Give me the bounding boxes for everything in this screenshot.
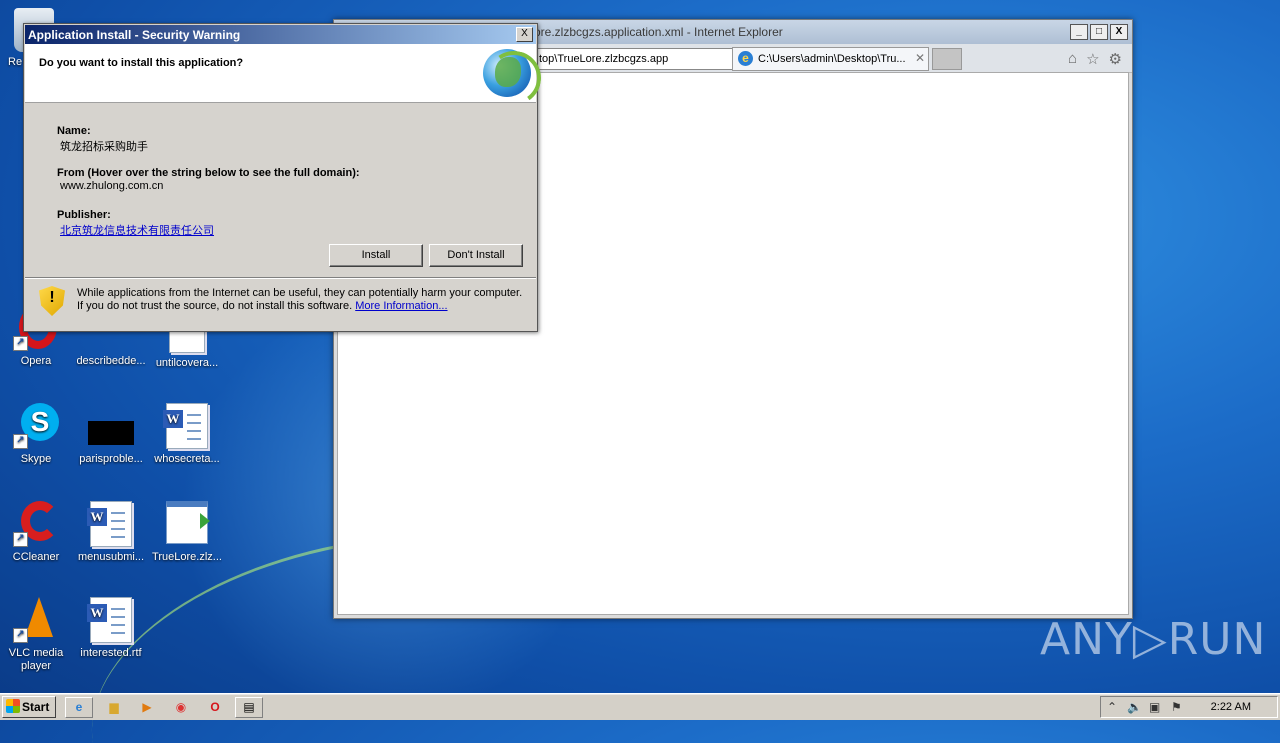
skype-icon: S ↗ (13, 403, 59, 449)
desktop-icon-word-doc[interactable]: W interested.rtf (76, 597, 146, 660)
dialog-header: Do you want to install this application? (25, 44, 546, 110)
anyrun-watermark: ANY▷RUN (1040, 614, 1267, 665)
maximize-button[interactable]: □ (1090, 24, 1108, 40)
desktop-icon-label: untilcovera... (155, 357, 219, 369)
taskbar-chrome[interactable]: ◉ (167, 697, 195, 718)
word-document-icon: W (163, 403, 208, 449)
shortcut-arrow-icon: ↗ (13, 434, 28, 449)
minimize-button[interactable]: _ (1070, 24, 1088, 40)
ie-logo-icon: e (75, 700, 83, 714)
desktop-icon-label: interested.rtf (80, 647, 142, 659)
home-icon[interactable]: ⌂ (1068, 50, 1077, 68)
install-question: Do you want to install this application? (39, 57, 244, 69)
desktop-icon-label: VLC media player (8, 647, 64, 672)
desktop-icon-label: parisproble... (79, 453, 143, 465)
desktop-icon-label: whosecreta... (154, 453, 220, 465)
start-label: Start (22, 700, 50, 714)
system-tray: ⌃ 🔈 ▣ ⚑ 2:22 AM (1100, 696, 1278, 718)
gear-icon[interactable]: ⚙ (1109, 50, 1122, 68)
desktop-icon-word-doc[interactable]: W whosecreta... (152, 403, 222, 466)
tab-label: C:\Users\admin\Desktop\Tru... (758, 53, 906, 65)
word-document-icon: W (87, 501, 132, 547)
dialog-close-button[interactable]: X (516, 27, 533, 42)
vlc-cone-icon: ↗ (13, 597, 59, 643)
folder-icon: ▆ (109, 700, 119, 714)
word-document-icon: W (87, 597, 132, 643)
taskbar-explorer[interactable]: ▆ (100, 697, 128, 718)
name-value: 筑龙招标采购助手 (60, 141, 148, 153)
taskbar: Start e ▆ ▶ ◉ O ▤ ⌃ 🔈 ▣ ⚑ 2:22 AM (0, 693, 1280, 720)
action-center-flag-icon[interactable]: ⚑ (1171, 700, 1182, 714)
warning-message: While applications from the Internet can… (77, 287, 527, 313)
network-icon[interactable]: ▣ (1149, 700, 1160, 714)
ie-window-title: ore.zlzbcgzs.application.xml - Internet … (534, 25, 783, 39)
window-controls: _ □ X (1070, 24, 1128, 40)
install-button[interactable]: Install (329, 244, 423, 267)
address-text: top\TrueLore.zlzbcgzs.app (539, 53, 669, 65)
application-file-icon (164, 501, 210, 547)
desktop-icon-vlc[interactable]: ↗ VLC media player (1, 597, 71, 673)
desktop-icon-ccleaner[interactable]: ↗ CCleaner (1, 501, 71, 564)
from-value[interactable]: www.zhulong.com.cn (60, 180, 163, 192)
desktop-icon-word-doc[interactable]: W menusubmi... (76, 501, 146, 564)
media-player-icon: ▶ (142, 700, 152, 714)
favorites-star-icon[interactable]: ☆ (1086, 50, 1099, 68)
shortcut-arrow-icon: ↗ (13, 532, 28, 547)
dont-install-button[interactable]: Don't Install (429, 244, 523, 267)
from-label: From (Hover over the string below to see… (57, 167, 360, 179)
taskbar-media-player[interactable]: ▶ (133, 697, 161, 718)
desktop-icon-label: TrueLore.zlz... (152, 551, 222, 563)
close-button[interactable]: X (1110, 24, 1128, 40)
opera-icon: O (210, 700, 220, 714)
ie-tools: ⌂ ☆ ⚙ (1068, 50, 1122, 68)
dialog-title: Application Install - Security Warning (28, 28, 241, 42)
clock[interactable]: 2:22 AM (1211, 701, 1251, 713)
desktop-icon-label: Skype (20, 453, 52, 465)
ie-logo-icon: e (738, 51, 753, 66)
desktop-icon-skype[interactable]: S ↗ Skype (1, 403, 71, 466)
tab-close-icon[interactable]: ✕ (915, 51, 925, 65)
desktop-icon-label: menusubmi... (77, 551, 145, 563)
taskbar-internet-explorer[interactable]: e (65, 697, 93, 718)
desktop-icon-application-file[interactable]: TrueLore.zlz... (152, 501, 222, 564)
taskbar-application-install[interactable]: ▤ (235, 697, 263, 718)
new-tab-button[interactable] (932, 48, 962, 70)
chrome-icon: ◉ (175, 700, 187, 714)
windows-logo-icon (6, 699, 20, 713)
publisher-link[interactable]: 北京筑龙信息技术有限责任公司 (60, 222, 214, 238)
exclamation-icon: ! (49, 289, 55, 306)
ccleaner-icon: ↗ (13, 501, 59, 547)
black-file-icon (88, 403, 134, 449)
shortcut-arrow-icon: ↗ (13, 628, 28, 643)
clickonce-globe-icon (482, 46, 546, 110)
shortcut-arrow-icon: ↗ (13, 336, 28, 351)
desktop-icon-label: describedde... (76, 355, 146, 367)
desktop-icon-label: Opera (20, 355, 52, 367)
publisher-label: Publisher: (57, 209, 111, 221)
more-information-link[interactable]: More Information... (355, 300, 447, 312)
desktop-icon-label: CCleaner (12, 551, 60, 563)
warning-text: While applications from the Internet can… (77, 287, 523, 312)
show-hidden-icons-icon[interactable]: ⌃ (1107, 700, 1117, 714)
taskbar-opera[interactable]: O (201, 697, 229, 718)
start-button[interactable]: Start (2, 696, 56, 718)
desktop-icon-black-file[interactable]: parisproble... (76, 403, 146, 466)
dialog-titlebar[interactable]: Application Install - Security Warning X (25, 25, 536, 44)
volume-icon[interactable]: 🔈 (1127, 700, 1142, 714)
dialog-separator (25, 277, 536, 279)
application-window-icon: ▤ (243, 700, 255, 714)
security-warning-dialog[interactable]: Application Install - Security Warning X… (23, 23, 546, 332)
name-label: Name: (57, 125, 91, 137)
browser-tab[interactable]: e C:\Users\admin\Desktop\Tru... ✕ (732, 47, 929, 71)
